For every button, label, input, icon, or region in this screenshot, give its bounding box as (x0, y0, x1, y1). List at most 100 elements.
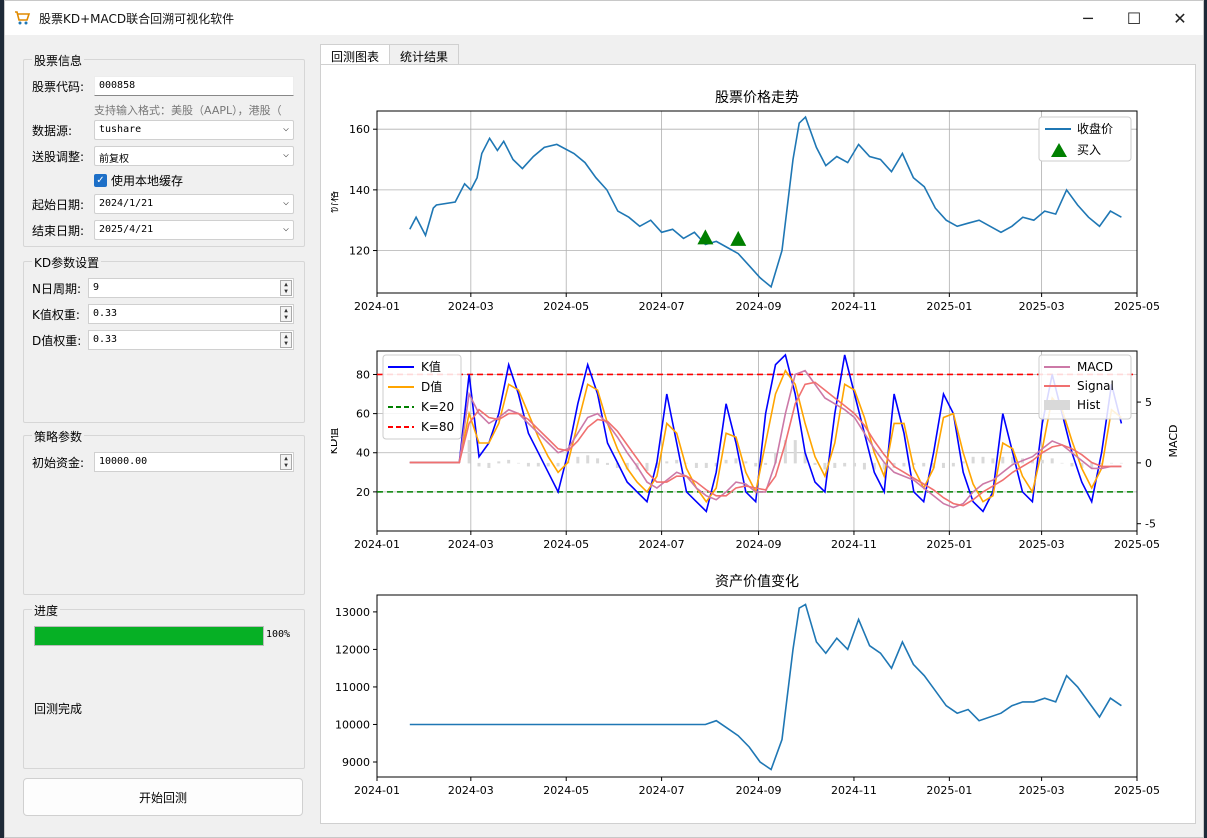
start-backtest-button[interactable]: 开始回测 (23, 778, 303, 816)
y-tick-label: 20 (356, 486, 370, 499)
cache-checkbox[interactable]: ✓ (94, 173, 107, 187)
n-period-spinbox[interactable]: 9 ▲ ▼ (88, 278, 294, 298)
x-tick-label: 2025-05 (1114, 538, 1160, 551)
d-weight-spinbox[interactable]: 0.33 ▲ ▼ (88, 330, 294, 350)
spin-down-icon[interactable]: ▼ (281, 340, 291, 347)
k-weight-spinbox[interactable]: 0.33 ▲ ▼ (88, 304, 294, 324)
spin-up-icon[interactable]: ▲ (281, 455, 291, 462)
hist-bar (1001, 456, 1005, 464)
x-tick-label: 2024-11 (831, 784, 877, 797)
x-tick-label: 2024-05 (543, 784, 589, 797)
close-button[interactable]: ✕ (1157, 1, 1203, 35)
hist-bar (517, 462, 521, 464)
capital-spinbox[interactable]: 10000.00 ▲ ▼ (94, 452, 294, 472)
x-tick-label: 2024-07 (639, 300, 685, 313)
hist-bar (507, 459, 511, 464)
progress-fill (35, 627, 263, 645)
hist-bar (536, 462, 540, 467)
hist-bar (526, 462, 530, 467)
axes-frame (376, 350, 1138, 532)
legend-label: Hist (1077, 398, 1101, 412)
hist-bar (694, 462, 698, 468)
hist-bar (487, 462, 491, 468)
hist-bar (704, 462, 708, 468)
cache-label: 使用本地缓存 (111, 173, 184, 188)
hist-bar (1109, 462, 1113, 464)
hist-bar (853, 462, 857, 467)
hist-bar (981, 456, 985, 464)
x-tick-label: 2025-03 (1019, 538, 1065, 551)
x-tick-label: 2024-03 (448, 784, 494, 797)
chart-panel: 2024-01 2024-03 2024-05 2024-07 2024-09 2024-… (320, 64, 1196, 824)
hist-bar (1070, 462, 1074, 467)
title-bar[interactable]: 股票KD+MACD联合回溯可视化软件 ─ ☐ ✕ (5, 1, 1203, 35)
y2-tick-label: 0 (1145, 457, 1152, 470)
hist-bar (833, 462, 837, 468)
y-axis-label: KD值 (331, 428, 340, 455)
spin-down-icon[interactable]: ▼ (281, 288, 291, 295)
x-tick-label: 2025-03 (1019, 300, 1065, 313)
chart-title: 资产价值变化 (715, 574, 799, 590)
close-icon: ✕ (1173, 8, 1187, 28)
hist-bar (764, 462, 768, 465)
source-label: 数据源: (32, 123, 73, 138)
legend-label-close: 收盘价 (1077, 121, 1113, 136)
price-series-line (409, 115, 1122, 289)
x-tick-label: 2024-01 (354, 300, 400, 313)
y-tick-label: 160 (349, 123, 370, 136)
x-tick-label: 2024-05 (543, 538, 589, 551)
legend-swatch (1044, 400, 1070, 410)
y-tick-label: 13000 (335, 606, 370, 619)
x-tick-label: 2024-09 (736, 538, 782, 551)
spin-up-icon[interactable]: ▲ (281, 307, 291, 314)
app-window: 股票KD+MACD联合回溯可视化软件 ─ ☐ ✕ 股票信息 股票代码: 0008… (4, 0, 1204, 838)
minimize-button[interactable]: ─ (1065, 1, 1111, 35)
start-date-value: 2024/1/21 (99, 198, 154, 209)
cart-icon (15, 11, 31, 25)
chevron-down-icon: ⌵ (282, 123, 289, 134)
y2-tick-label: 5 (1145, 396, 1152, 409)
hist-bar (724, 459, 728, 464)
start-date-picker[interactable]: 2024/1/21 ⌵ (94, 194, 294, 214)
hist-bar (477, 462, 481, 467)
hist-bar (793, 440, 797, 464)
adjust-select[interactable]: 前复权 ⌵ (94, 146, 294, 166)
adjust-label: 送股调整: (32, 149, 85, 164)
d-weight-label: D值权重: (32, 333, 82, 348)
x-tick-label: 2025-05 (1114, 784, 1160, 797)
hist-bar (754, 462, 758, 467)
input-hint: 支持输入格式：美股（AAPL），港股（ (94, 104, 282, 117)
spin-up-icon[interactable]: ▲ (281, 333, 291, 340)
status-text: 回测完成 (34, 702, 83, 716)
spin-up-icon[interactable]: ▲ (281, 281, 291, 288)
figure-canvas: 2024-01 2024-03 2024-05 2024-07 2024-09 2024-… (326, 73, 1185, 815)
end-date-picker[interactable]: 2025/4/21 ⌵ (94, 220, 294, 240)
adjust-value: 前复权 (99, 154, 129, 165)
progress-percent: 100% (266, 629, 291, 640)
y-tick-label: 40 (356, 447, 370, 460)
legend-label: D值 (421, 379, 442, 394)
x-tick-label: 2024-11 (831, 538, 877, 551)
spin-down-icon[interactable]: ▼ (281, 314, 291, 321)
x-tick-label: 2024-03 (448, 300, 494, 313)
hist-bar (971, 456, 975, 464)
kd-params-group: KD参数设置 N日周期: 9 ▲ ▼ K值权重: 0.33 ▲ ▼ D值权重: 0.… (23, 254, 305, 423)
hist-bar (951, 462, 955, 467)
x-tick-label: 2024-01 (354, 784, 400, 797)
source-select[interactable]: tushare ⌵ (94, 120, 294, 140)
spin-down-icon[interactable]: ▼ (281, 462, 291, 469)
maximize-icon: ☐ (1126, 8, 1142, 28)
legend-label-buy: 买入 (1077, 143, 1101, 157)
hist-bar (1040, 459, 1044, 464)
maximize-button[interactable]: ☐ (1111, 1, 1157, 35)
hist-bar (1060, 462, 1064, 464)
stock-code-input[interactable]: 000858 (94, 76, 294, 96)
k-weight-value: 0.33 (93, 308, 118, 319)
y-tick-label: 120 (349, 245, 370, 258)
capital-label: 初始资金: (32, 455, 85, 470)
x-tick-label: 2024-03 (448, 538, 494, 551)
x-tick-label: 2025-01 (926, 300, 972, 313)
chevron-down-icon: ⌵ (282, 149, 289, 160)
group-title: KD参数设置 (32, 254, 102, 271)
chevron-down-icon: ⌵ (282, 197, 289, 208)
